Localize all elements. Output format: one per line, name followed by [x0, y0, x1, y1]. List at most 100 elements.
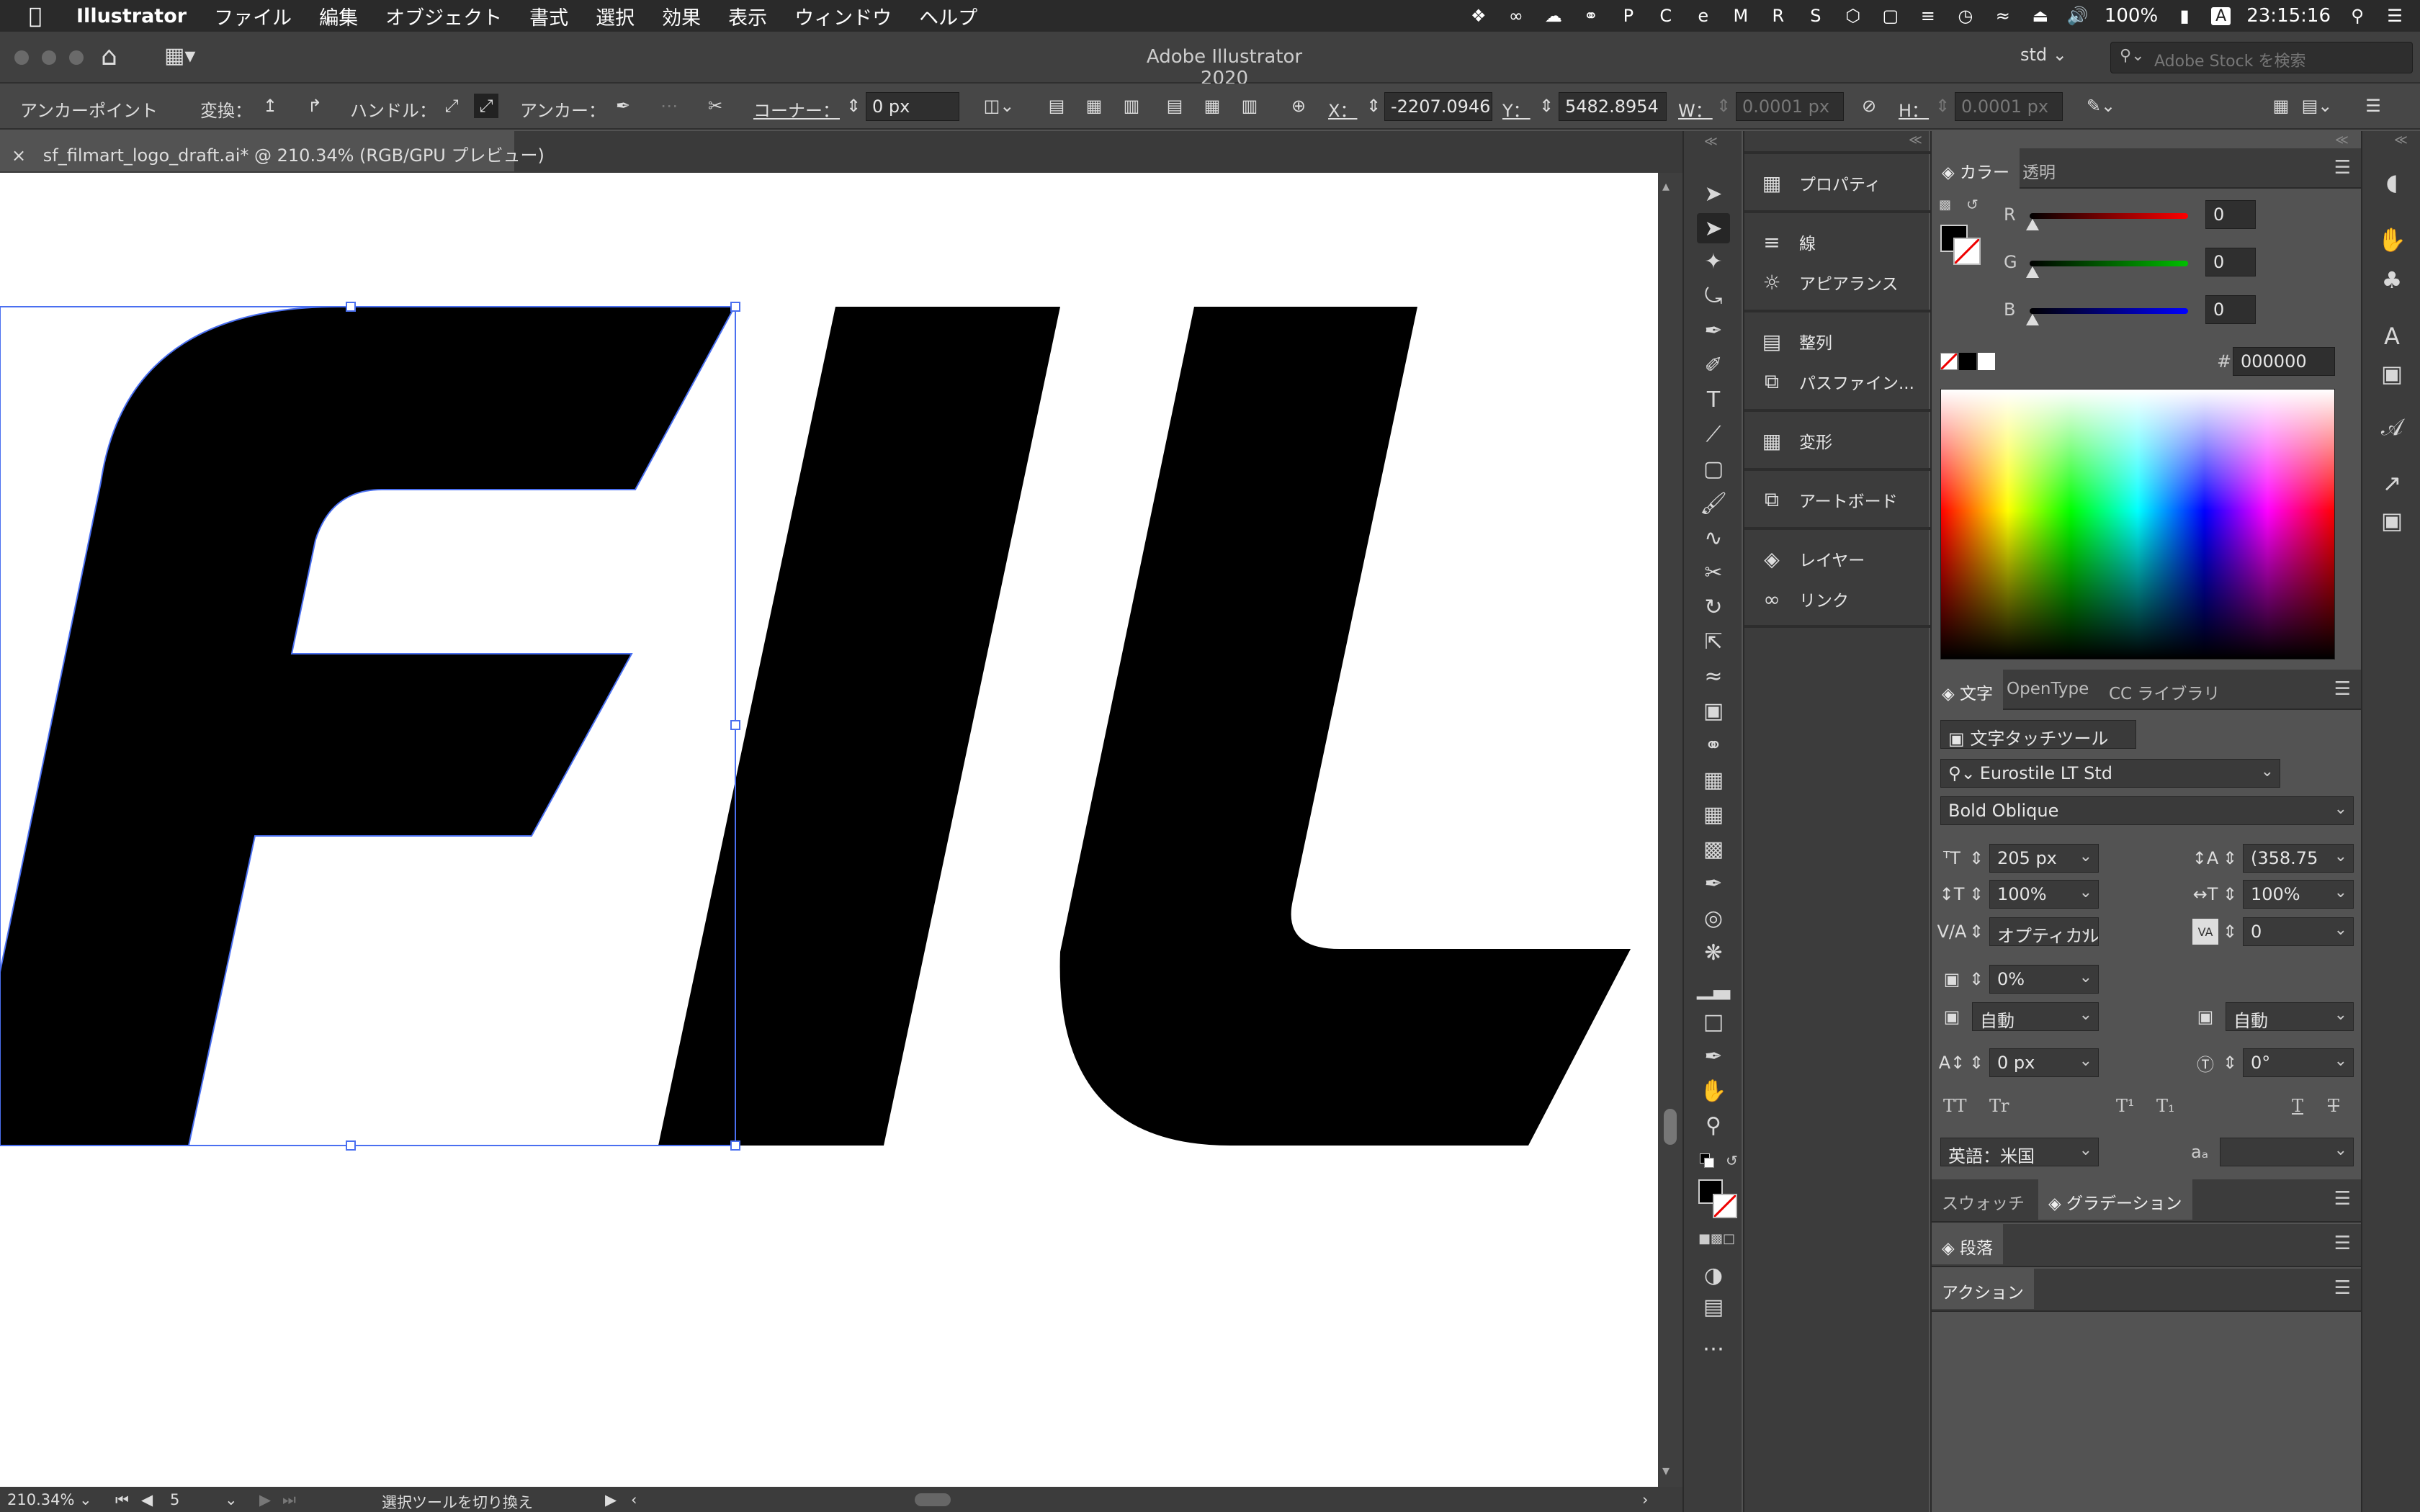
tab-transparency[interactable]: 透明: [2012, 148, 2066, 189]
mesh-tool-icon[interactable]: ▦: [1697, 799, 1730, 829]
home-icon[interactable]: ⌂: [101, 42, 117, 71]
font-family-select[interactable]: ⚲⌄ Eurostile LT Std ⌄: [1940, 759, 2280, 788]
curvature-tool-icon[interactable]: ✐: [1697, 350, 1730, 380]
next-artboard-icon[interactable]: ▶: [259, 1491, 271, 1508]
small-caps-button[interactable]: Tr: [1989, 1096, 2009, 1116]
tracking-stepper-icon[interactable]: ⇕: [2217, 919, 2243, 945]
status-menu-icon[interactable]: ▶: [605, 1491, 617, 1508]
tsume-stepper-icon[interactable]: ⇕: [1963, 966, 1989, 992]
gradient-panel-menu-icon[interactable]: ☰: [2334, 1188, 2351, 1210]
input-source[interactable]: A: [2211, 6, 2231, 25]
p-app-icon[interactable]: P: [1618, 5, 1639, 27]
gradient-tool-icon[interactable]: ▩: [1697, 834, 1730, 864]
m-app-icon[interactable]: M: [1730, 5, 1752, 27]
document-tab[interactable]: × sf_filmart_logo_draft.ai* @ 210.34% (R…: [0, 131, 544, 171]
image-trace-icon[interactable]: ◖: [2377, 167, 2407, 197]
stock-search-input[interactable]: ⚲⌄ Adobe Stock を検索: [2110, 42, 2413, 73]
hex-app-icon[interactable]: ⬡: [1842, 5, 1864, 27]
leading-input[interactable]: (358.75 ⌄: [2243, 844, 2354, 873]
first-artboard-icon[interactable]: ⏮: [115, 1491, 129, 1509]
align-top-icon[interactable]: ▤: [1162, 94, 1187, 118]
paragraph-styles-icon[interactable]: 𝒜: [2377, 412, 2407, 442]
align-vcenter-icon[interactable]: ▦: [1200, 94, 1224, 118]
paintbrush-tool-icon[interactable]: 🖌: [1697, 488, 1730, 518]
draw-mode-icon[interactable]: ◑: [1697, 1260, 1730, 1290]
cloud-icon[interactable]: ☁: [1543, 5, 1564, 27]
scissors-tool-icon[interactable]: ✂: [1697, 557, 1730, 588]
font-size-input[interactable]: 205 px ⌄: [1989, 844, 2099, 873]
vertical-scale-stepper-icon[interactable]: ⇕: [1963, 881, 1989, 907]
panel-item-align[interactable]: ▤ 整列: [1759, 324, 1832, 359]
rotation-input[interactable]: 0° ⌄: [2243, 1048, 2354, 1077]
horizontal-scale-input[interactable]: 100% ⌄: [2243, 880, 2354, 909]
screen-mode-icon[interactable]: ▤: [1697, 1292, 1730, 1322]
scrollbar-thumb[interactable]: [1664, 1109, 1677, 1145]
scroll-up-icon[interactable]: ▴: [1662, 177, 1670, 194]
tab-cc-libraries[interactable]: CC ライブラリ: [2099, 670, 2230, 710]
free-transform-tool-icon[interactable]: ▣: [1697, 696, 1730, 726]
tab-opentype[interactable]: OpenType: [1996, 670, 2099, 710]
anti-aliasing-select[interactable]: ⌄: [2220, 1138, 2354, 1166]
artboard-canvas[interactable]: [0, 173, 1658, 1487]
b-slider-knob[interactable]: [2026, 314, 2039, 325]
shaper-tool-icon[interactable]: ∿: [1697, 523, 1730, 553]
g-input[interactable]: 0: [2205, 248, 2256, 276]
character-styles-icon[interactable]: ▣: [2377, 359, 2407, 389]
language-select[interactable]: 英語：米国 ⌄: [1940, 1138, 2099, 1166]
toolbar-collapse-icon[interactable]: ≪: [1704, 134, 1718, 149]
remove-anchor-icon[interactable]: ✒: [611, 94, 635, 118]
window-minimize-button[interactable]: [42, 50, 56, 65]
y-label[interactable]: Y：: [1502, 96, 1531, 122]
convert-to-smooth-icon[interactable]: ↱: [302, 94, 327, 118]
dropbox-icon[interactable]: ❖: [1468, 5, 1489, 27]
scroll-down-icon[interactable]: ▾: [1662, 1462, 1670, 1479]
menu-select[interactable]: 選択: [596, 2, 635, 30]
horizontal-scroll-thumb[interactable]: [915, 1493, 951, 1506]
w-stepper-icon[interactable]: ⇕: [1711, 94, 1736, 118]
actions-panel-menu-icon[interactable]: ☰: [2334, 1277, 2351, 1299]
letter-l-shape[interactable]: [1059, 307, 1631, 1146]
color-stroke-swatch[interactable]: [1953, 238, 1981, 265]
panel-item-layers[interactable]: ◈ レイヤー: [1759, 541, 1865, 576]
align-bottom-icon[interactable]: ▥: [1237, 94, 1262, 118]
menu-file[interactable]: ファイル: [214, 2, 292, 30]
kerning-select[interactable]: オプティカル ⌄: [1989, 917, 2099, 946]
glyphs-icon[interactable]: A: [2377, 321, 2407, 351]
horizontal-scale-stepper-icon[interactable]: ⇕: [2217, 881, 2243, 907]
font-style-select[interactable]: Bold Oblique ⌄: [1940, 796, 2354, 825]
panel-item-stroke[interactable]: ≡ 線: [1759, 225, 1816, 259]
color-panel-menu-icon[interactable]: ☰: [2334, 157, 2351, 179]
r-app-icon[interactable]: R: [1767, 5, 1789, 27]
panel-item-artboards[interactable]: ⧉ アートボード: [1759, 482, 1898, 517]
reference-point-icon[interactable]: ⊕: [1286, 94, 1311, 118]
line-tool-icon[interactable]: ⟋: [1697, 419, 1730, 449]
w-input[interactable]: 0.0001 px: [1736, 92, 1844, 121]
tab-character[interactable]: ◈ 文字: [1932, 670, 2003, 710]
default-fill-stroke-icon[interactable]: [1700, 1153, 1720, 1171]
stroke-color-swatch[interactable]: [1713, 1194, 1737, 1218]
prev-artboard-icon[interactable]: ◀: [141, 1491, 153, 1508]
r-slider[interactable]: [2030, 213, 2188, 219]
type-tool-icon[interactable]: T: [1697, 384, 1730, 415]
hand-tool-icon[interactable]: ✋: [1697, 1076, 1730, 1106]
scale-tool-icon[interactable]: ⇱: [1697, 626, 1730, 657]
color-spectrum[interactable]: [1940, 389, 2335, 660]
pen-tool-icon[interactable]: ✒: [1697, 315, 1730, 346]
spotlight-search-icon[interactable]: ⚲: [2347, 5, 2368, 27]
artboard-dropdown-icon[interactable]: ⌄: [225, 1491, 238, 1508]
symbols-icon[interactable]: ♣: [2377, 265, 2407, 295]
rotation-stepper-icon[interactable]: ⇕: [2217, 1050, 2243, 1076]
window-close-button[interactable]: [14, 50, 29, 65]
touch-type-tool-button[interactable]: ▣ 文字タッチツール: [1940, 720, 2136, 749]
puppet-warp-icon[interactable]: ✋: [2377, 225, 2407, 255]
black-color-swatch[interactable]: [1959, 353, 1976, 370]
hide-handles-icon[interactable]: ⤢: [474, 94, 498, 118]
panel-item-links[interactable]: ∞ リンク: [1759, 582, 1849, 616]
notification-center-icon[interactable]: ☰: [2384, 5, 2406, 27]
swap-colors-icon[interactable]: ↺: [1966, 196, 1978, 213]
all-caps-button[interactable]: TT: [1943, 1096, 1966, 1116]
connect-anchor-icon[interactable]: ⋯: [657, 94, 681, 118]
character-panel-menu-icon[interactable]: ☰: [2334, 678, 2351, 700]
tsume-select[interactable]: 0% ⌄: [1989, 965, 2099, 994]
direct-selection-tool-icon[interactable]: ➤: [1697, 213, 1730, 243]
